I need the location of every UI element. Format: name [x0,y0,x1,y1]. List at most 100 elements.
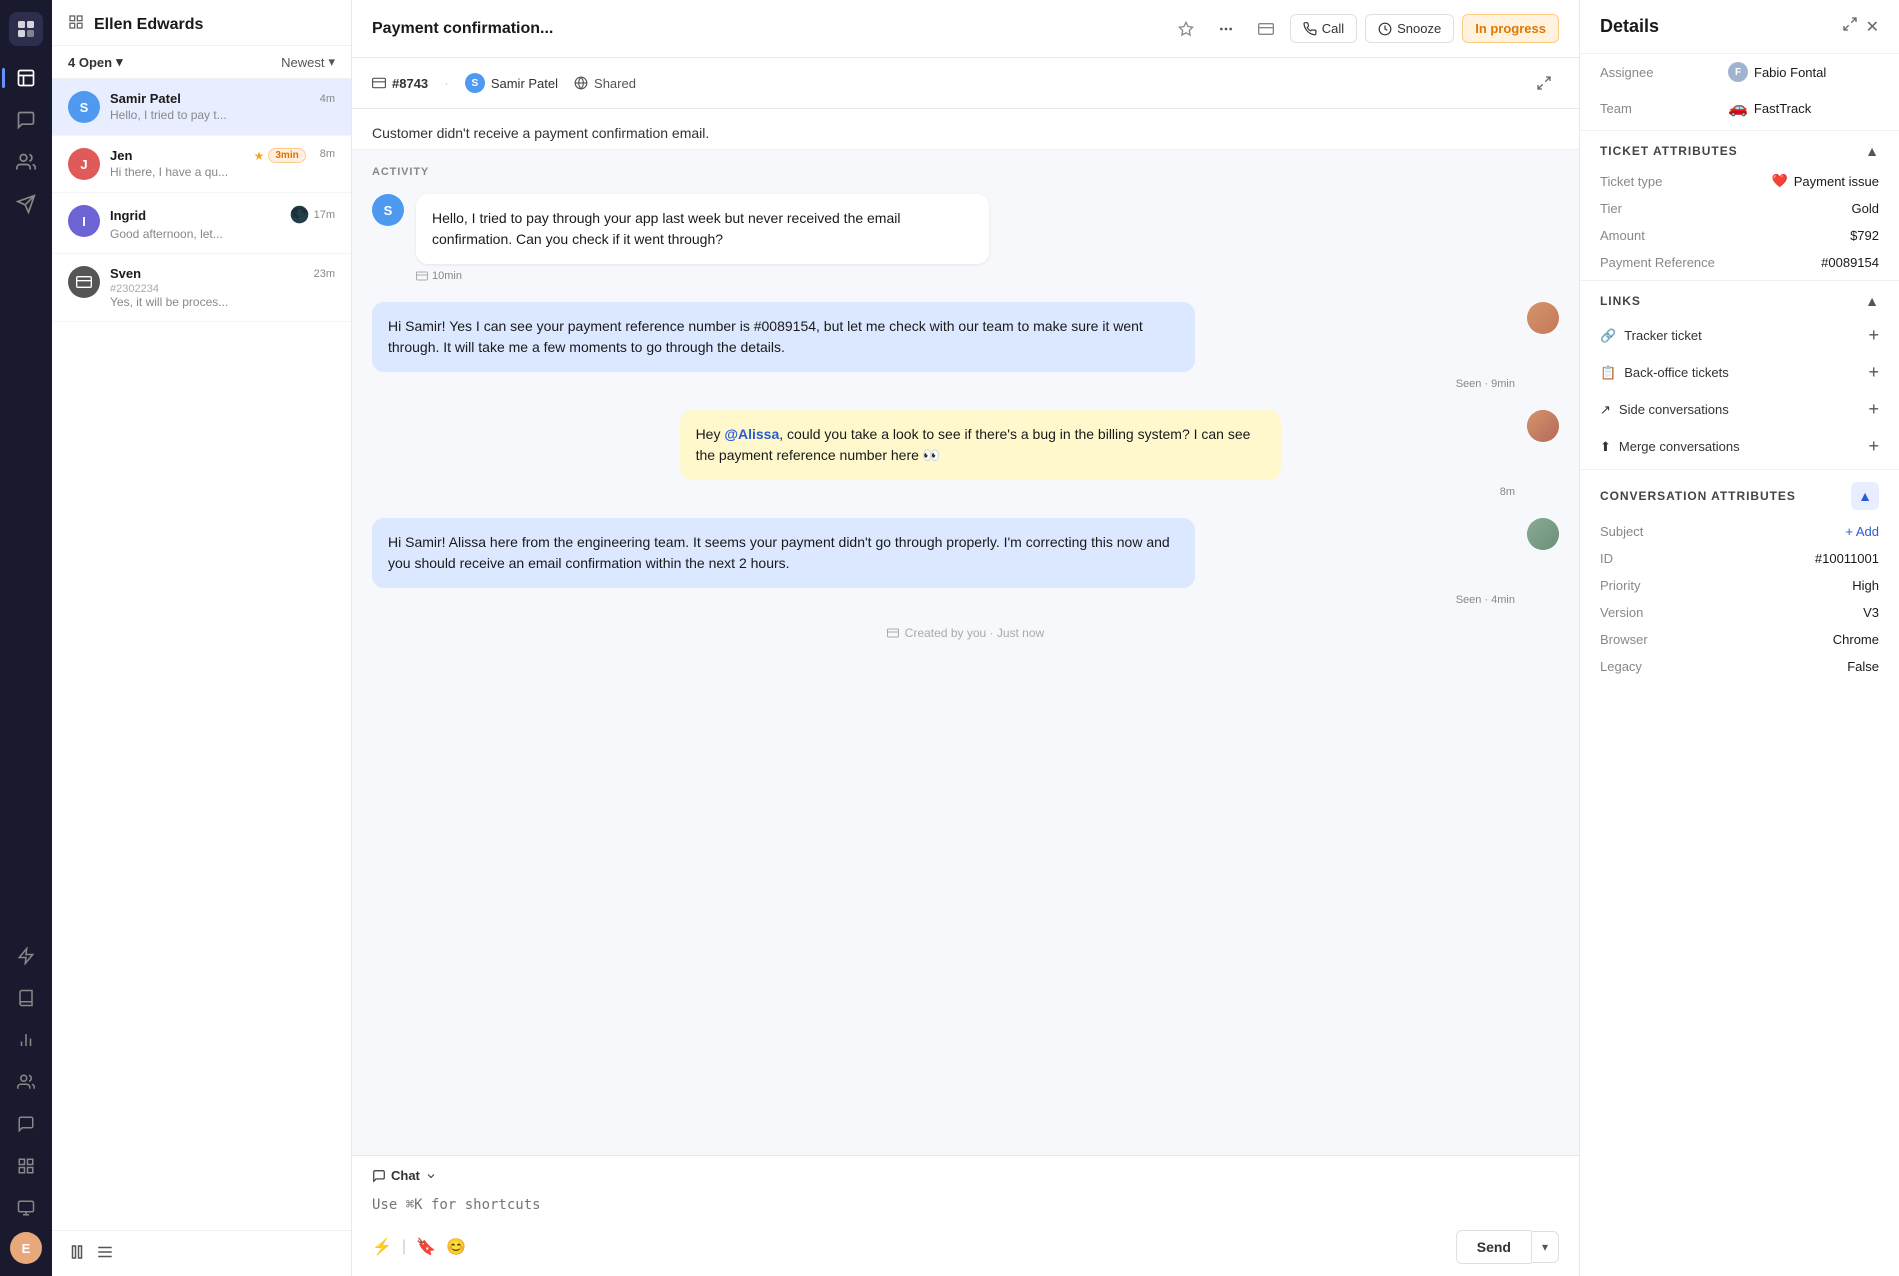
nav-chart[interactable] [8,1022,44,1058]
send-dropdown-button[interactable]: ▾ [1531,1231,1559,1263]
nav-inbox[interactable] [8,60,44,96]
expand-right-icon[interactable] [1842,16,1858,37]
payment-icon: ❤️ [1772,173,1788,189]
status-icon: 🌑 [290,205,310,225]
ticket-description: Customer didn't receive a payment confir… [352,109,1579,150]
list-icon[interactable] [96,1243,114,1264]
message-bubble: Hi Samir! Alissa here from the engineeri… [372,518,1195,588]
message-row: S Hello, I tried to pay through your app… [372,194,1559,282]
chevron-down-icon: ▾ [116,54,123,70]
ticket-attributes-toggle[interactable]: ▲ [1865,143,1879,159]
nav-send[interactable] [8,186,44,222]
filter-bar: 4 Open ▾ Newest ▾ [52,46,351,79]
pause-icon[interactable] [68,1243,86,1264]
send-button[interactable]: Send [1456,1230,1531,1264]
ticket-id: #8743 [372,76,428,91]
nav-team[interactable] [8,1064,44,1100]
message-bubble: Hello, I tried to pay through your app l… [416,194,989,264]
subject-row: Subject + Add [1580,518,1899,545]
nav-grid[interactable] [8,1148,44,1184]
merge-conversations-link[interactable]: ⬆ Merge conversations + [1580,428,1899,465]
compose-input[interactable] [372,1193,1559,1217]
user-avatar[interactable]: E [10,1232,42,1264]
links-section: LINKS ▲ [1580,280,1899,317]
nav-chat[interactable] [8,102,44,138]
bookmark-compose-icon[interactable]: 🔖 [416,1237,436,1257]
message-bubble: Hi Samir! Yes I can see your payment ref… [372,302,1195,372]
compose-bottom: ⚡ | 🔖 😊 Send ▾ [372,1230,1559,1264]
list-item[interactable]: I Ingrid 🌑 17m Good afternoon, let... [52,193,351,254]
message-row: Hey @Alissa, could you take a look to se… [372,410,1559,498]
legacy-row: Legacy False [1580,653,1899,680]
snooze-button[interactable]: Snooze [1365,14,1454,43]
app-logo [9,12,43,46]
ticket-attributes-section: TICKET ATTRIBUTES ▲ [1580,130,1899,167]
main-content: Payment confirmation... Chat Call Snooze… [352,0,1579,1276]
list-item[interactable]: Sven 23m #2302234 Yes, it will be proces… [52,254,351,322]
status-button[interactable]: In progress [1462,14,1559,43]
side-conversations-link[interactable]: ↗ Side conversations + [1580,391,1899,428]
priority-row: Priority High [1580,572,1899,599]
nav-contacts[interactable] [8,144,44,180]
emoji-compose-icon[interactable]: 😊 [446,1237,466,1257]
activity-section: ACTIVITY S Hello, I tried to pay through… [352,150,1579,1155]
message-bubble: Hey @Alissa, could you take a look to se… [680,410,1282,480]
nav-speech[interactable] [8,1106,44,1142]
nav-monitor[interactable] [8,1190,44,1226]
more-options-button[interactable] [1210,13,1242,45]
payment-ref-row: Payment Reference #0089154 [1580,249,1899,276]
tracker-ticket-link[interactable]: 🔗 Tracker ticket + [1580,317,1899,354]
send-group: Send ▾ [1456,1230,1559,1264]
backoffice-ticket-link[interactable]: 📋 Back-office tickets + [1580,354,1899,391]
open-filter[interactable]: 4 Open ▾ [68,54,123,70]
avatar: J [68,148,100,180]
expand-button[interactable] [1529,68,1559,98]
star-button[interactable] [1170,13,1202,45]
ticket-info-bar: #8743 · S Samir Patel Shared [352,58,1579,109]
add-backoffice-icon[interactable]: + [1868,362,1879,383]
call-button[interactable]: Chat Call [1290,14,1357,43]
id-row: ID #10011001 [1580,545,1899,572]
avatar [1527,518,1559,550]
assignee-avatar: F [1728,62,1748,82]
team-car-icon: 🚗 [1728,98,1748,118]
add-merge-icon[interactable]: + [1868,436,1879,457]
nav-lightning[interactable] [8,938,44,974]
avatar [1527,410,1559,442]
message-meta: 10min [416,270,1211,282]
browser-row: Browser Chrome [1580,626,1899,653]
add-side-conv-icon[interactable]: + [1868,399,1879,420]
star-icon: ★ [254,149,265,163]
tracker-icon: 🔗 [1600,328,1616,344]
message-meta: 8m [680,486,1515,498]
message-meta: Seen · 4min [372,594,1515,606]
ticket-icon[interactable] [1250,13,1282,45]
list-item[interactable]: S Samir Patel 4m Hello, I tried to pay t… [52,79,351,136]
system-note: Created by you · Just now [372,626,1559,640]
close-right-icon[interactable]: ✕ [1866,17,1879,37]
links-toggle[interactable]: ▲ [1865,293,1879,309]
sort-filter[interactable]: Newest ▾ [281,54,335,70]
nav-book[interactable] [8,980,44,1016]
conversation-list: S Samir Patel 4m Hello, I tried to pay t… [52,79,351,1230]
compose-area: Chat ⚡ | 🔖 😊 Send ▾ [352,1155,1579,1276]
message-meta: Seen · 9min [372,378,1515,390]
conv-attributes-section: CONVERSATION ATTRIBUTES ▲ [1580,469,1899,518]
compose-type-button[interactable]: Chat [372,1168,437,1183]
conv-attributes-toggle[interactable]: ▲ [1851,482,1879,510]
list-item[interactable]: J Jen ★ 3min Hi there, I have a qu... 8m [52,136,351,193]
side-conv-icon: ↗ [1600,402,1611,418]
lightning-compose-icon[interactable]: ⚡ [372,1237,392,1257]
merge-icon: ⬆ [1600,439,1611,455]
subject-add-button[interactable]: + Add [1845,524,1879,539]
avatar: S [372,194,404,226]
message-row: Hi Samir! Alissa here from the engineeri… [372,518,1559,606]
menu-icon[interactable] [68,14,84,35]
compose-toolbar: Chat [372,1168,1559,1183]
agent-name: Ellen Edwards [94,16,203,34]
chevron-down-icon: ▾ [328,54,335,70]
left-panel-header: Ellen Edwards [52,0,351,46]
add-tracker-icon[interactable]: + [1868,325,1879,346]
version-row: Version V3 [1580,599,1899,626]
assignee-row: Assignee F Fabio Fontal [1580,54,1899,90]
